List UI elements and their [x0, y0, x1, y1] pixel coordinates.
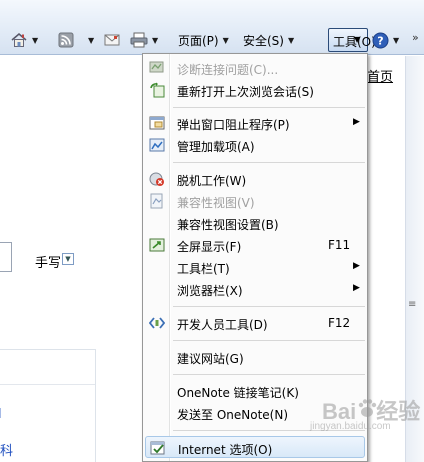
scrollbar-grip-icon[interactable]: ≡ [408, 299, 416, 310]
safety-menu-button[interactable]: 安全(S) ▼ [243, 29, 294, 51]
menu-item-label: 管理加载项(A) [177, 140, 255, 154]
menu-item-suggested-sites[interactable]: 建议网站(G) [145, 346, 365, 368]
menu-item-developer-tools[interactable]: 开发人员工具(D) F12 [145, 312, 365, 334]
menu-item-compat-view[interactable]: 兼容性视图(V) [145, 190, 365, 212]
menu-item-label: 发送至 OneNote(N) [177, 408, 288, 422]
left-panel [0, 349, 96, 462]
menu-item-label: 全屏显示(F) [177, 240, 242, 254]
command-bar: ▼ ▼ ▼ 页面(P) ▼ 安全(S) ▼ 工具(O) ▼ ? ▼ » [0, 0, 424, 55]
menu-separator [173, 374, 365, 375]
watermark-url: jingyan.baidu.com [310, 421, 391, 432]
menu-item-label: 重新打开上次浏览会话(S) [177, 85, 314, 99]
menu-item-label: 弹出窗口阻止程序(P) [177, 118, 290, 132]
tools-menu-button[interactable]: 工具(O) [328, 28, 376, 52]
baidu-paw-icon [358, 399, 377, 417]
home-button[interactable]: ▼ [10, 29, 38, 51]
chevron-down-icon[interactable]: ▼ [32, 36, 38, 45]
menu-item-label: Internet 选项(O) [178, 443, 273, 457]
menu-separator [173, 162, 365, 163]
home-link[interactable]: 首页 [367, 66, 393, 85]
menu-item-explorer-bars[interactable]: 浏览器栏(X) ▶ [145, 278, 365, 300]
handwrite-dropdown-icon[interactable]: ▼ [62, 253, 74, 265]
menu-item-work-offline[interactable]: 脱机工作(W) [145, 168, 365, 190]
rss-feed-icon [58, 32, 74, 48]
menu-item-label: 兼容性视图设置(B) [177, 218, 279, 232]
menu-separator [173, 340, 365, 341]
full-screen-icon [149, 238, 165, 252]
chevron-down-icon[interactable]: ▼ [152, 36, 158, 45]
menu-item-label: 浏览器栏(X) [177, 284, 243, 298]
menu-item-compat-view-settings[interactable]: 兼容性视图设置(B) [145, 212, 365, 234]
menu-item-full-screen[interactable]: 全屏显示(F) F11 [145, 234, 365, 256]
baidu-jingyan-watermark: Bai 经验 jingyan.baidu.com [300, 392, 420, 442]
svg-text:?: ? [377, 34, 383, 47]
developer-tools-icon [149, 317, 165, 329]
addons-icon [149, 138, 165, 152]
menu-item-label: 建议网站(G) [177, 352, 244, 366]
chevron-down-icon[interactable]: ▼ [288, 36, 294, 45]
menu-item-manage-addons[interactable]: 管理加载项(A) [145, 134, 365, 156]
home-icon [11, 33, 27, 47]
mail-icon [104, 34, 120, 46]
menu-item-diagnose-connection[interactable]: 诊断连接问题(C)... [145, 57, 365, 79]
work-offline-icon [149, 172, 164, 186]
menu-item-label: 兼容性视图(V) [177, 196, 255, 210]
panel-divider [0, 384, 95, 385]
feeds-button[interactable]: ▼ [58, 29, 94, 51]
safety-menu-label: 安全(S) [243, 33, 284, 48]
menu-separator [173, 306, 365, 307]
menu-separator [173, 107, 365, 108]
compat-view-icon [150, 193, 163, 209]
submenu-arrow-icon: ▶ [353, 283, 360, 293]
search-input[interactable] [0, 242, 12, 272]
chevron-down-icon[interactable]: ▼ [393, 36, 399, 45]
help-icon: ? [372, 32, 389, 48]
link-partial-text[interactable]: 科 [0, 440, 13, 459]
more-chevron-icon[interactable]: » [412, 31, 419, 44]
popup-blocker-icon [149, 116, 165, 130]
print-button[interactable]: ▼ [130, 29, 158, 51]
reopen-session-icon [150, 82, 165, 98]
help-button[interactable]: ? ▼ [372, 29, 399, 51]
page-menu-label: 页面(P) [178, 33, 219, 48]
handwrite-label[interactable]: 手写 [35, 252, 61, 271]
chevron-down-icon[interactable]: ▼ [223, 36, 229, 45]
page-menu-button[interactable]: 页面(P) ▼ [178, 29, 229, 51]
menu-item-reopen-session[interactable]: 重新打开上次浏览会话(S) [145, 79, 365, 101]
submenu-arrow-icon: ▶ [353, 261, 360, 271]
printer-icon [130, 32, 148, 48]
menu-item-label: OneNote 链接笔记(K) [177, 386, 299, 400]
menu-item-label: 诊断连接问题(C)... [177, 63, 279, 77]
chevron-down-icon[interactable]: ▼ [88, 36, 94, 45]
network-diagnose-icon [149, 61, 164, 73]
menu-item-label: 脱机工作(W) [177, 174, 247, 188]
link-fragment[interactable]: l [0, 407, 2, 422]
menu-item-popup-blocker[interactable]: 弹出窗口阻止程序(P) ▶ [145, 112, 365, 134]
chevron-down-icon[interactable]: ▼ [354, 35, 360, 44]
menu-item-shortcut: F12 [328, 316, 351, 330]
menu-item-label: 开发人员工具(D) [177, 318, 268, 332]
menu-item-label: 工具栏(T) [177, 262, 230, 276]
read-mail-button[interactable] [104, 29, 120, 51]
menu-item-shortcut: F11 [328, 238, 351, 252]
screenshot-root: ▼ ▼ ▼ 页面(P) ▼ 安全(S) ▼ 工具(O) ▼ ? ▼ » 首页 手… [0, 0, 424, 462]
internet-options-icon [150, 441, 165, 455]
menu-item-toolbars[interactable]: 工具栏(T) ▶ [145, 256, 365, 278]
submenu-arrow-icon: ▶ [353, 117, 360, 127]
